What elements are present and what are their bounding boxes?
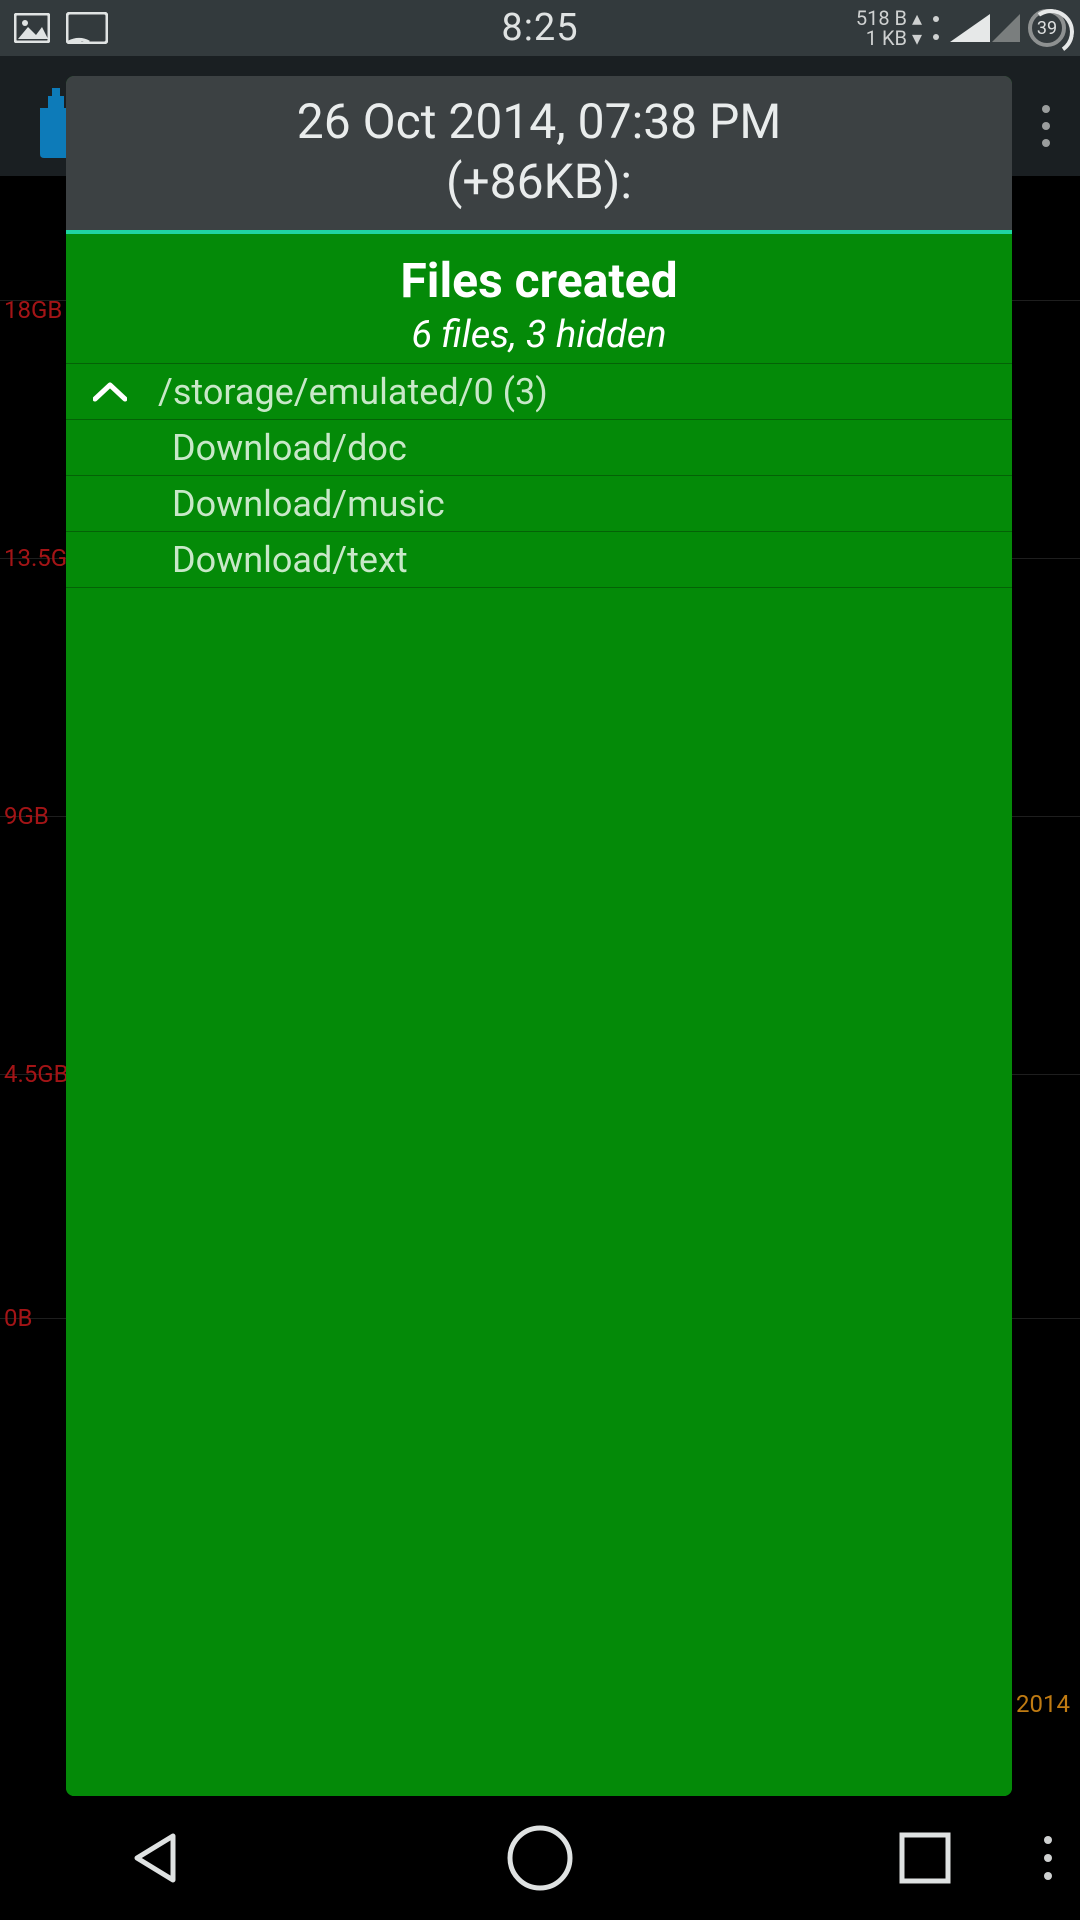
nav-recents-button[interactable] [880, 1813, 970, 1903]
chart-ylabel: 9GB [4, 802, 49, 830]
dialog-title-line1: 26 Oct 2014, 07:38 PM [86, 92, 992, 152]
system-nav-bar [0, 1796, 1080, 1920]
network-stats: 518 B ▴ 1 KB ▾ [856, 8, 922, 48]
status-right: 518 B ▴ 1 KB ▾ 39 [856, 8, 1066, 48]
dialog-header: 26 Oct 2014, 07:38 PM (+86KB): [66, 76, 1012, 234]
data-dots-icon [930, 13, 942, 43]
dialog-title-line2: (+86KB): [86, 152, 992, 212]
nav-home-button[interactable] [495, 1813, 585, 1903]
appbar-overflow-button[interactable] [1028, 96, 1064, 156]
status-time: 8:25 [501, 6, 578, 50]
file-path: Download/music [80, 483, 445, 525]
file-row[interactable]: Download/music [66, 476, 1012, 532]
file-path: Download/text [80, 539, 408, 581]
chart-ylabel: 18GB [4, 296, 62, 324]
section-subtitle: 6 files, 3 hidden [66, 313, 1012, 357]
cell-signal-icon [992, 14, 1020, 42]
files-created-dialog: 26 Oct 2014, 07:38 PM (+86KB): Files cre… [66, 76, 1012, 1796]
nav-overflow-button[interactable] [1044, 1836, 1052, 1880]
dialog-body: Files created 6 files, 3 hidden /storage… [66, 234, 1012, 1796]
wifi-icon [950, 14, 990, 42]
net-down: 1 KB [866, 26, 907, 50]
cast-icon [66, 12, 108, 44]
section-title: Files created [66, 252, 1012, 309]
files-list[interactable]: /storage/emulated/0 (3) Download/doc Dow… [66, 363, 1012, 588]
battery-icon: 39 [1028, 9, 1066, 47]
nav-back-button[interactable] [110, 1813, 200, 1903]
folder-row[interactable]: /storage/emulated/0 (3) [66, 364, 1012, 420]
file-path: Download/doc [80, 427, 407, 469]
status-bar: 8:25 518 B ▴ 1 KB ▾ 39 [0, 0, 1080, 56]
battery-percent: 39 [1037, 18, 1057, 39]
chart-ylabel: 4.5GB [4, 1060, 69, 1088]
folder-path: /storage/emulated/0 (3) [140, 371, 548, 413]
file-row[interactable]: Download/text [66, 532, 1012, 588]
status-left-icons [14, 12, 108, 44]
image-icon [14, 13, 50, 43]
chart-ylabel: 0B [4, 1304, 32, 1332]
chevron-up-icon [80, 381, 140, 403]
file-row[interactable]: Download/doc [66, 420, 1012, 476]
